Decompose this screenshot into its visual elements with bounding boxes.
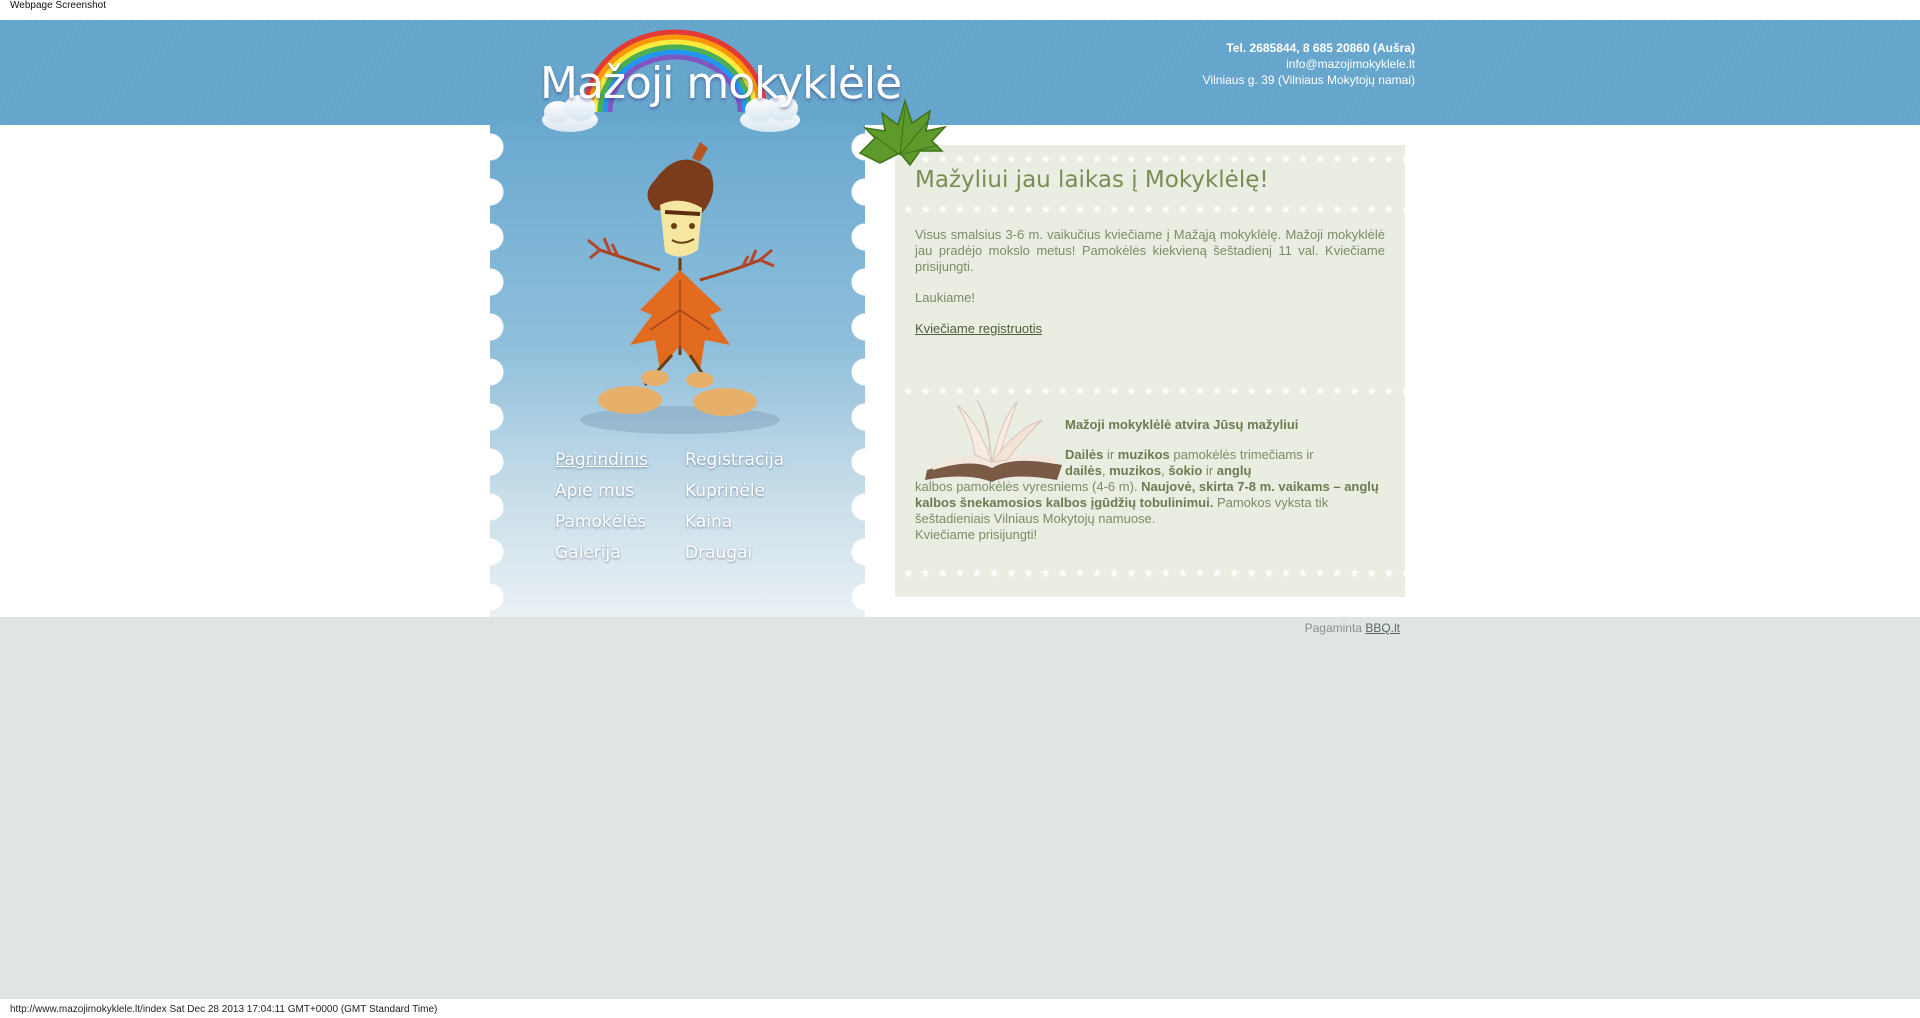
nav-item-kuprinele[interactable]: Kuprinėlė [685,481,815,501]
contact-email[interactable]: info@mazojimokyklele.lt [1203,56,1415,72]
star-divider-top: ★★★★★★★★★★★★★★★★★★★★★★★★★★★★★★★★★★★★★★★★… [903,153,1405,165]
footer-credit: Pagaminta BBQ.lt [1305,621,1400,635]
footer-area [0,617,1920,999]
promo-line-2: dailės, muzikos, šokio ir anglų [1065,463,1252,478]
promo-line-4: Kviečiame prisijungti! [915,527,1038,542]
header-band [0,20,1920,125]
contact-phone: Tel. 2685844, 8 685 20860 (Aušra) [1226,41,1415,55]
nav-item-galerija[interactable]: Galerija [555,543,685,563]
nav-item-pamokeles[interactable]: Pamokėlės [555,512,685,532]
credit-link[interactable]: BBQ.lt [1365,621,1400,635]
screenshot-label: Webpage Screenshot [10,0,106,11]
welcome-text: Laukiame! [915,290,975,305]
star-divider-title: ★★★★★★★★★★★★★★★★★★★★★★★★★★★★★★★★★★★★★★★★… [903,203,1405,215]
scallop-border-right [851,125,865,617]
site-logo[interactable]: Mažoji mokyklėlė [470,22,902,137]
page-title: Mažyliui jau laikas į Mokyklėlę! [915,167,1269,193]
intro-text: Visus smalsius 3-6 m. vaikučius kviečiam… [915,227,1385,274]
content-panel: ★★★★★★★★★★★★★★★★★★★★★★★★★★★★★★★★★★★★★★★★… [895,145,1405,597]
contact-info: Tel. 2685844, 8 685 20860 (Aušra) info@m… [1203,40,1415,88]
status-bar: http://www.mazojimokyklele.lt/index Sat … [0,999,1920,1018]
promo-line-1: Dailės ir muzikos pamokėlės trimečiams i… [1065,447,1314,462]
contact-address: Vilniaus g. 39 (Vilniaus Mokytojų namai) [1202,73,1415,87]
promo-text: Mažoji mokyklėlė atvira Jūsų mažyliui Da… [915,417,1385,555]
star-divider-bottom: ★★★★★★★★★★★★★★★★★★★★★★★★★★★★★★★★★★★★★★★★… [903,567,1405,579]
scallop-border-left [490,125,504,617]
star-divider-middle: ★★★★★★★★★★★★★★★★★★★★★★★★★★★★★★★★★★★★★★★★… [903,385,1405,397]
nav-item-kaina[interactable]: Kaina [685,512,815,532]
register-link[interactable]: Kviečiame registruotis [915,321,1042,336]
logo-text: Mažoji mokyklėlė [540,58,902,109]
promo-title: Mažoji mokyklėlė atvira Jūsų mažyliui [1065,417,1299,432]
nav-item-draugai[interactable]: Draugai [685,543,815,563]
acorn-leaf-mascot-icon [580,142,780,434]
maple-leaf-icon [858,98,948,167]
main-navigation: Pagrindinis Registracija Apie mus Kuprin… [555,450,815,563]
promo-line-3: kalbos pamokėlės vyresniems (4-6 m). Nau… [915,479,1379,526]
nav-item-pagrindinis[interactable]: Pagrindinis [555,450,685,470]
credit-prefix: Pagaminta [1304,621,1366,635]
nav-item-registracija[interactable]: Registracija [685,450,815,470]
nav-item-apie-mus[interactable]: Apie mus [555,481,685,501]
